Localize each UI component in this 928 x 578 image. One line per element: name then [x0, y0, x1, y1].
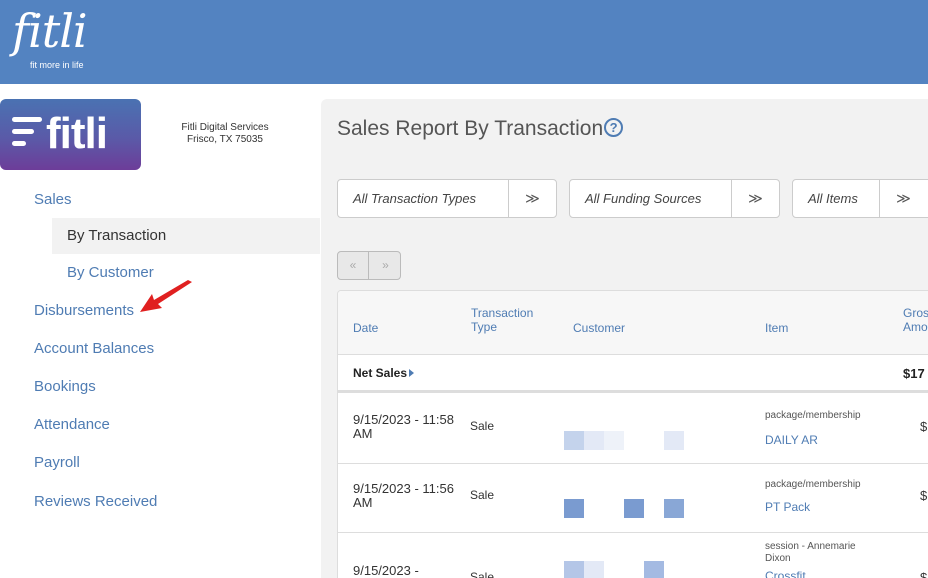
- column-header-date[interactable]: Date: [353, 321, 378, 335]
- row-amount: $: [920, 570, 928, 578]
- row-type: Sale: [470, 488, 495, 502]
- transaction-type-filter-label: All Transaction Types: [353, 191, 477, 206]
- logo-bars-icon: [12, 117, 42, 153]
- column-header-gross-amount[interactable]: Gross Amount: [903, 306, 928, 334]
- page-title: Sales Report By Transaction?: [337, 117, 624, 141]
- main-panel: Sales Report By Transaction? All Transac…: [321, 99, 928, 578]
- table-row[interactable]: 9/15/2023 - 11:58 AM Sale package/member…: [338, 395, 928, 464]
- sidebar-item-account-balances[interactable]: Account Balances: [34, 340, 154, 357]
- funding-source-filter-label: All Funding Sources: [585, 191, 702, 206]
- logo-text: fitli: [12, 4, 88, 58]
- sidebar-item-attendance[interactable]: Attendance: [34, 416, 110, 433]
- chevron-down-icon[interactable]: ≫: [731, 180, 779, 217]
- column-header-transaction-type[interactable]: Transaction Type: [471, 306, 551, 334]
- sidebar-item-by-transaction[interactable]: By Transaction: [52, 218, 320, 254]
- row-category: session - Annemarie Dixon: [765, 541, 856, 564]
- fitli-logo[interactable]: fitli fit more in life: [12, 4, 88, 70]
- column-header-item[interactable]: Item: [765, 321, 788, 335]
- row-date: 9/15/2023 -: [353, 563, 419, 578]
- company-info: Fitli Digital Services Frisco, TX 75035: [150, 122, 300, 146]
- row-amount: $: [920, 419, 928, 434]
- page-title-text: Sales Report By Transaction: [337, 117, 604, 140]
- company-name: Fitli Digital Services: [181, 122, 269, 133]
- sales-table: Date Transaction Type Customer Item Gros…: [337, 290, 928, 578]
- sidebar-item-disbursements[interactable]: Disbursements: [34, 302, 134, 319]
- net-sales-label: Net Sales: [353, 366, 415, 380]
- net-sales-row[interactable]: Net Sales $17: [338, 355, 928, 393]
- prev-page-button[interactable]: «: [338, 252, 369, 279]
- items-filter[interactable]: All Items ≫: [792, 179, 928, 218]
- business-logo-text: fitli: [46, 109, 108, 158]
- sidebar-item-sales[interactable]: Sales: [34, 191, 72, 208]
- row-item-link[interactable]: PT Pack: [765, 500, 810, 514]
- sidebar-item-reviews-received[interactable]: Reviews Received: [34, 493, 157, 510]
- row-type: Sale: [470, 419, 495, 433]
- business-logo: fitli: [0, 99, 141, 170]
- red-arrow-icon: [140, 280, 192, 312]
- company-location: Frisco, TX 75035: [187, 134, 263, 145]
- top-header: fitli fit more in life: [0, 0, 928, 84]
- sidebar-item-payroll[interactable]: Payroll: [34, 454, 80, 471]
- table-row[interactable]: 9/15/2023 - Sale session - Annemarie Dix…: [338, 533, 928, 578]
- pagination: « »: [337, 251, 401, 280]
- row-date: 9/15/2023 - 11:56 AM: [353, 481, 454, 510]
- next-page-button[interactable]: »: [370, 252, 401, 279]
- items-filter-label: All Items: [808, 191, 858, 206]
- transaction-type-filter[interactable]: All Transaction Types ≫: [337, 179, 557, 218]
- logo-tagline: fit more in life: [30, 60, 84, 70]
- row-category: package/membership: [765, 410, 861, 421]
- column-header-customer[interactable]: Customer: [573, 321, 625, 335]
- net-sales-text: Net Sales: [353, 366, 408, 380]
- caret-right-icon: [409, 369, 415, 377]
- net-sales-amount: $17: [903, 366, 925, 381]
- row-type: Sale: [470, 570, 495, 578]
- table-header: Date Transaction Type Customer Item Gros…: [338, 291, 928, 355]
- row-date: 9/15/2023 - 11:58 AM: [353, 412, 454, 441]
- funding-source-filter[interactable]: All Funding Sources ≫: [569, 179, 780, 218]
- chevron-down-icon[interactable]: ≫: [508, 180, 556, 217]
- chevron-down-icon[interactable]: ≫: [879, 180, 927, 217]
- row-category: package/membership: [765, 479, 861, 490]
- row-amount: $: [920, 488, 928, 503]
- row-item-link[interactable]: DAILY AR: [765, 433, 818, 447]
- help-icon[interactable]: ?: [604, 118, 624, 137]
- table-row[interactable]: 9/15/2023 - 11:56 AM Sale package/member…: [338, 464, 928, 533]
- row-item-link[interactable]: Crossfit: [765, 569, 806, 578]
- sidebar-item-bookings[interactable]: Bookings: [34, 378, 96, 395]
